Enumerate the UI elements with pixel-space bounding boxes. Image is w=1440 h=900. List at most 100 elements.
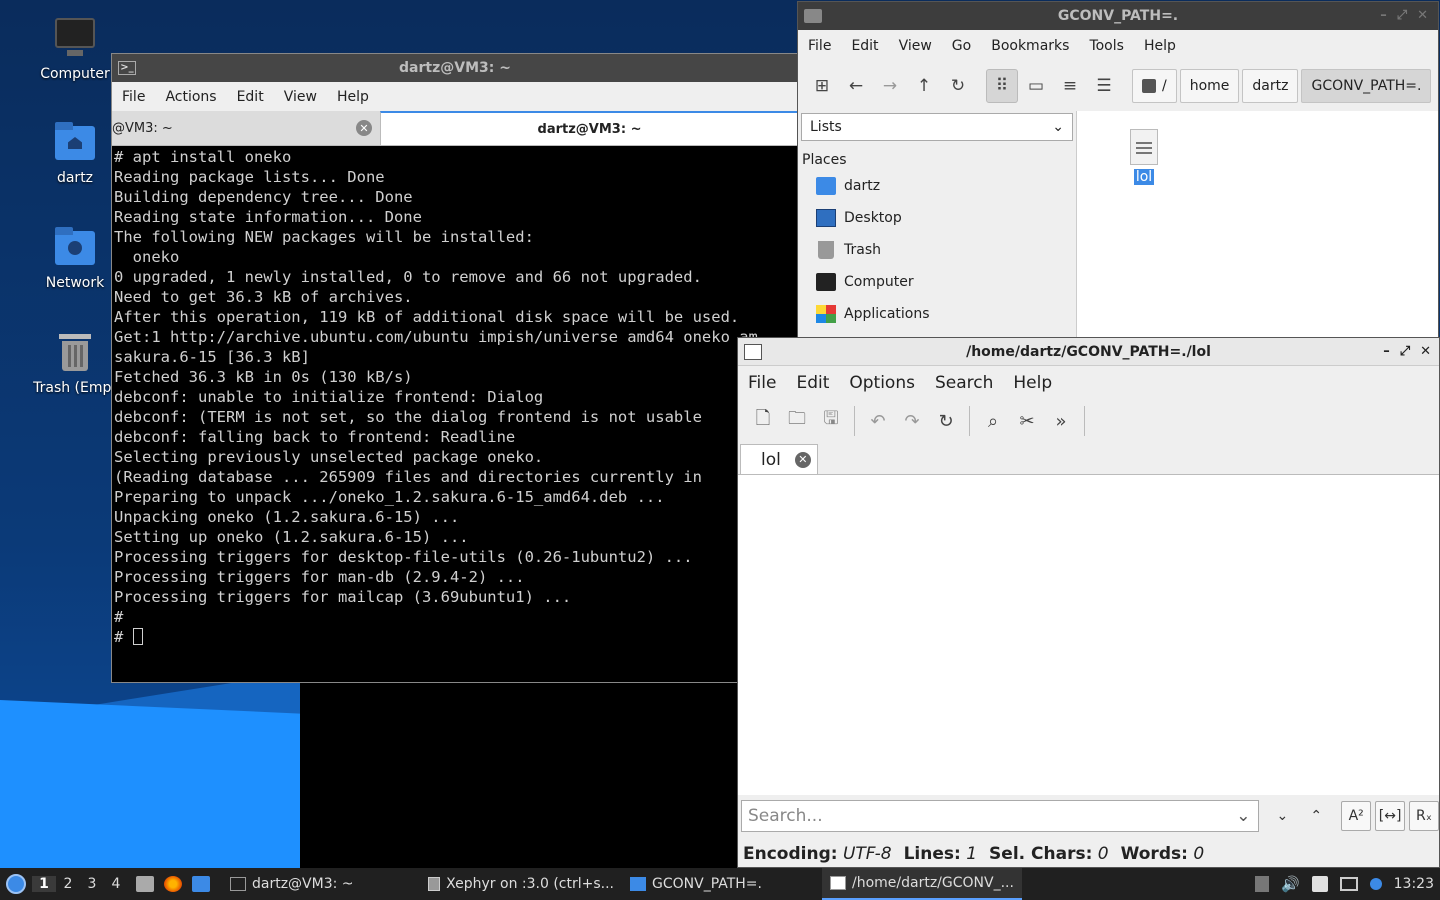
regex-button[interactable]: Rₓ: [1409, 801, 1439, 831]
file-manager-window[interactable]: GCONV_PATH=. – ⤢ ✕ File Edit View Go Boo…: [797, 1, 1439, 341]
more-icon[interactable]: »: [1044, 404, 1078, 438]
workspace-4[interactable]: 4: [104, 876, 128, 892]
sidebar-item-trash[interactable]: Trash: [798, 234, 1076, 266]
menu-file[interactable]: File: [112, 89, 155, 105]
reload-icon[interactable]: ↻: [942, 69, 974, 103]
editor-tab[interactable]: lol ✕: [740, 444, 818, 474]
back-arrow-icon[interactable]: ←: [840, 69, 872, 103]
breadcrumb-home[interactable]: home: [1179, 69, 1240, 103]
menu-edit[interactable]: Edit: [227, 89, 274, 105]
reload-icon[interactable]: ↻: [929, 404, 963, 438]
workspace-2[interactable]: 2: [56, 876, 80, 892]
minimize-icon[interactable]: –: [1380, 8, 1387, 23]
text-area[interactable]: [738, 475, 1439, 795]
thumbnail-view-icon[interactable]: ▭: [1020, 69, 1052, 103]
desktop-icon-label: Network: [45, 275, 105, 291]
close-tab-icon[interactable]: ✕: [794, 451, 811, 468]
clipboard-icon[interactable]: [1311, 876, 1328, 892]
start-menu-icon[interactable]: [0, 868, 32, 900]
icon-view-icon[interactable]: ⠿: [986, 69, 1018, 103]
sidebar-item-computer[interactable]: Computer: [798, 266, 1076, 298]
terminal-tab-active[interactable]: dartz@VM3: ~: [380, 111, 798, 145]
file-manager-launcher-icon[interactable]: [136, 876, 154, 892]
menu-file[interactable]: File: [798, 38, 841, 54]
menu-go[interactable]: Go: [942, 38, 981, 54]
notification-icon[interactable]: [1369, 878, 1382, 890]
menu-help[interactable]: Help: [1003, 373, 1062, 393]
workspace-1[interactable]: 1: [32, 876, 56, 892]
maximize-icon[interactable]: ⤢: [1397, 8, 1407, 23]
close-icon[interactable]: ✕: [1417, 8, 1428, 23]
task-file-manager[interactable]: GCONV_PATH=.: [622, 868, 822, 900]
text-editor-titlebar[interactable]: /home/dartz/GCONV_PATH=./lol – ⤢ ✕: [738, 338, 1439, 366]
new-tab-icon[interactable]: ⊞: [806, 69, 838, 103]
menu-view[interactable]: View: [889, 38, 942, 54]
menu-edit[interactable]: Edit: [786, 373, 839, 393]
chevron-down-icon[interactable]: ⌄: [1236, 806, 1250, 826]
detail-view-icon[interactable]: ☰: [1088, 69, 1120, 103]
task-terminal[interactable]: dartz@VM3: ~: [222, 868, 420, 900]
firefox-icon[interactable]: [164, 876, 182, 892]
desktop-icon-trash[interactable]: Trash (Empt: [25, 330, 125, 396]
menu-bookmarks[interactable]: Bookmarks: [981, 38, 1079, 54]
new-file-icon[interactable]: 🗋: [746, 404, 780, 438]
forward-arrow-icon[interactable]: →: [874, 69, 906, 103]
volume-icon[interactable]: 🔊: [1281, 875, 1300, 893]
network-tray-icon[interactable]: [1254, 876, 1269, 892]
menu-tools[interactable]: Tools: [1079, 38, 1134, 54]
breadcrumb-root[interactable]: /: [1132, 69, 1177, 103]
desktop-icon-home[interactable]: dartz: [25, 120, 125, 186]
close-tab-icon[interactable]: ✕: [356, 120, 372, 136]
maximize-icon[interactable]: ⤢: [1400, 344, 1410, 359]
terminal-window[interactable]: >_ dartz@VM3: ~ File Actions Edit View H…: [111, 53, 799, 683]
match-case-button[interactable]: A²: [1341, 801, 1372, 831]
find-icon[interactable]: ⌕: [976, 404, 1010, 438]
clock[interactable]: 13:23: [1394, 876, 1434, 892]
menu-actions[interactable]: Actions: [155, 89, 226, 105]
file-item[interactable]: lol: [1127, 129, 1161, 185]
desktop-icon-network[interactable]: Network: [25, 225, 125, 291]
text-editor-window[interactable]: /home/dartz/GCONV_PATH=./lol – ⤢ ✕ File …: [737, 337, 1440, 868]
terminal-titlebar[interactable]: >_ dartz@VM3: ~: [112, 54, 798, 82]
menu-view[interactable]: View: [274, 89, 327, 105]
task-text-editor[interactable]: /home/dartz/GCONV_...: [822, 868, 1022, 900]
find-next-icon[interactable]: ⌄: [1267, 801, 1297, 831]
sidebar-item-applications[interactable]: Applications: [798, 298, 1076, 330]
monitor-tray-icon[interactable]: [1339, 877, 1358, 891]
up-arrow-icon[interactable]: ↑: [908, 69, 940, 103]
applications-icon: [816, 305, 836, 323]
redo-icon[interactable]: ↷: [895, 404, 929, 438]
minimize-icon[interactable]: –: [1383, 344, 1390, 359]
replace-icon[interactable]: ✂: [1010, 404, 1044, 438]
file-view[interactable]: lol: [1076, 111, 1438, 340]
file-manager-titlebar[interactable]: GCONV_PATH=. – ⤢ ✕: [798, 2, 1438, 30]
sidebar-item-dartz[interactable]: dartz: [798, 170, 1076, 202]
sidebar-item-desktop[interactable]: Desktop: [798, 202, 1076, 234]
desktop-icon-computer[interactable]: Computer: [25, 16, 125, 82]
whole-word-button[interactable]: [↔]: [1375, 801, 1406, 831]
breadcrumb-dartz[interactable]: dartz: [1242, 69, 1299, 103]
search-input[interactable]: Search... ⌄: [741, 800, 1260, 832]
save-icon[interactable]: 🖫: [814, 404, 848, 438]
sidebar-item-label: dartz: [844, 178, 881, 194]
task-xephyr[interactable]: Xephyr on :3.0 (ctrl+s...: [420, 868, 622, 900]
workspace-3[interactable]: 3: [80, 876, 104, 892]
folder-app-icon: [804, 9, 822, 23]
menu-file[interactable]: File: [738, 373, 786, 393]
breadcrumb-current[interactable]: GCONV_PATH=.: [1301, 69, 1432, 103]
menu-search[interactable]: Search: [925, 373, 1003, 393]
compact-view-icon[interactable]: ≡: [1054, 69, 1086, 103]
menu-options[interactable]: Options: [839, 373, 925, 393]
toolbar-separator: [969, 406, 970, 436]
find-previous-icon[interactable]: ⌃: [1301, 801, 1331, 831]
menu-help[interactable]: Help: [1134, 38, 1186, 54]
terminal-tab[interactable]: @VM3: ~ ✕: [112, 111, 380, 145]
menu-help[interactable]: Help: [327, 89, 379, 105]
close-icon[interactable]: ✕: [1420, 344, 1431, 359]
sidebar-mode-select[interactable]: Lists ⌄: [801, 113, 1073, 141]
terminal-output[interactable]: # apt install oneko Reading package list…: [112, 146, 798, 682]
undo-icon[interactable]: ↶: [861, 404, 895, 438]
menu-edit[interactable]: Edit: [841, 38, 888, 54]
folder-launcher-icon[interactable]: [192, 876, 210, 892]
open-folder-icon[interactable]: 🗀: [780, 404, 814, 438]
